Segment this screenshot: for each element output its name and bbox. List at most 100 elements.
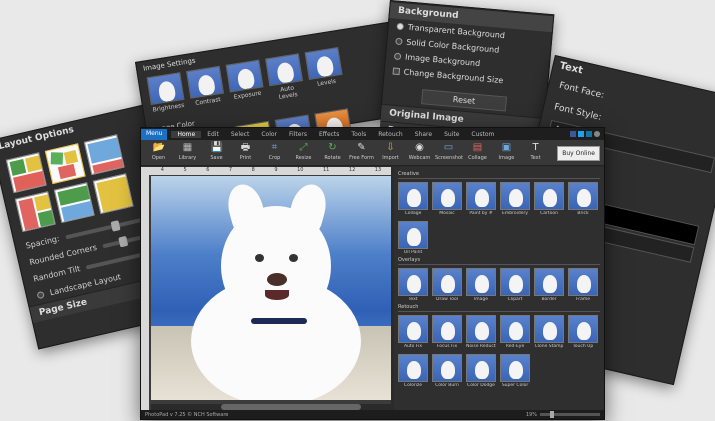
toolbar-screenshot-button[interactable]: ▭ Screenshot: [435, 142, 463, 161]
thumb-image: [265, 53, 304, 87]
effects-grid: Auto Fix Focus Fix Noise Reduction Red-Eye C…: [398, 315, 600, 388]
checkbox-icon[interactable]: [36, 290, 45, 300]
facebook-icon[interactable]: [570, 131, 576, 137]
layout-tile[interactable]: [5, 152, 47, 194]
tab-share[interactable]: Share: [409, 131, 438, 138]
tab-retouch[interactable]: Retouch: [372, 131, 409, 138]
effect-label: Oil Paint: [403, 250, 423, 255]
tab-custom[interactable]: Custom: [465, 131, 500, 138]
tab-home[interactable]: Home: [171, 130, 202, 138]
toolbar-label: Save: [210, 155, 223, 161]
settings-thumb[interactable]: Exposure: [225, 59, 266, 109]
thumb-image: [225, 59, 264, 93]
effect-image[interactable]: Image: [466, 268, 496, 302]
radio-icon[interactable]: [393, 52, 402, 61]
effect-collage[interactable]: Collage: [398, 182, 428, 216]
tab-effects[interactable]: Effects: [313, 131, 345, 138]
toolbar-save-button[interactable]: 💾 Save: [203, 142, 230, 161]
effect-text[interactable]: Text: [398, 268, 428, 302]
tab-filters[interactable]: Filters: [283, 131, 313, 138]
ruler-tick: 7: [228, 167, 233, 173]
toolbar-label: Library: [178, 155, 197, 161]
toolbar-print-button[interactable]: 🖶 Print: [232, 142, 259, 161]
settings-thumb[interactable]: Brightness: [146, 72, 187, 121]
tab-color[interactable]: Color: [255, 131, 283, 138]
toolbar-text-button[interactable]: T Text: [522, 142, 549, 161]
toolbar-image-button[interactable]: ▣ Image: [493, 142, 520, 161]
text-icon: T: [532, 142, 539, 153]
effect-border[interactable]: Border: [534, 268, 564, 302]
effect-cartoon[interactable]: Cartoon: [534, 182, 564, 216]
help-icon[interactable]: [594, 131, 600, 137]
settings-thumb[interactable]: Levels: [304, 47, 345, 96]
effect-label: Paint by #: [469, 211, 493, 216]
radio-icon[interactable]: [395, 37, 403, 46]
settings-thumb[interactable]: Contrast: [186, 65, 226, 115]
effect-clone-stamp[interactable]: Clone Stamp: [534, 315, 564, 349]
toolbar-label: Open: [151, 155, 166, 161]
effect-label: Color Burn: [435, 383, 459, 388]
tab-tools[interactable]: Tools: [345, 131, 372, 138]
toolbar-label: Resize: [295, 155, 312, 161]
layout-tile[interactable]: [14, 191, 56, 233]
layout-tile[interactable]: [53, 182, 95, 224]
effect-draw-tool[interactable]: Draw Tool: [432, 268, 462, 302]
toolbar-label: Rotate: [324, 155, 341, 161]
menu-button[interactable]: Menu: [141, 128, 168, 140]
effect-auto-fix[interactable]: Auto Fix: [398, 315, 428, 349]
toolbar-import-button[interactable]: ⇩ Import: [377, 142, 404, 161]
linkedin-icon[interactable]: [586, 131, 592, 137]
settings-thumb[interactable]: Auto Levels: [265, 53, 305, 102]
effect-clipart[interactable]: Clipart: [500, 268, 530, 302]
buy-online-button[interactable]: Buy Online: [557, 146, 600, 161]
effect-red-eye[interactable]: Red-Eye: [500, 315, 530, 349]
twitter-icon[interactable]: [578, 131, 584, 137]
effect-noise-reduction[interactable]: Noise Reduction: [466, 315, 496, 349]
toolbar-rotate-button[interactable]: ↻ Rotate: [319, 142, 346, 161]
resize-icon: ⤢: [299, 142, 308, 153]
background-panel: Background Transparent Background Solid …: [378, 0, 555, 152]
effect-colorize[interactable]: Colorize: [398, 354, 428, 388]
effect-touch-up[interactable]: Touch Up: [568, 315, 598, 349]
toolbar-webcam-button[interactable]: ◉ Webcam: [406, 142, 433, 161]
toolbar-crop-button[interactable]: ⌗ Crop: [261, 142, 288, 161]
tab-edit[interactable]: Edit: [201, 131, 225, 138]
layout-tile[interactable]: [92, 173, 134, 215]
ruler-tick: 10: [297, 167, 304, 173]
effect-frame[interactable]: Frame: [568, 268, 598, 302]
effect-embroidery[interactable]: Embroidery: [500, 182, 530, 216]
rotate-icon: ↻: [328, 142, 337, 153]
effect-label: Image: [473, 297, 489, 302]
effect-oil-paint[interactable]: Oil Paint: [398, 221, 428, 255]
effect-mosaic[interactable]: Mosaic: [432, 182, 462, 216]
ruler-tick: 12: [348, 167, 356, 173]
effect-color-dodge[interactable]: Color Dodge: [466, 354, 496, 388]
radio-icon[interactable]: [396, 22, 405, 31]
crop-icon: ⌗: [271, 142, 278, 153]
effect-thumb: [466, 354, 496, 382]
toolbar-resize-button[interactable]: ⤢ Resize: [290, 142, 317, 161]
effect-thumb: [432, 268, 462, 296]
ruler-tick: 11: [322, 167, 330, 173]
tab-select[interactable]: Select: [225, 131, 256, 138]
layout-tile-auto-grid[interactable]: [44, 143, 86, 185]
tab-suite[interactable]: Suite: [438, 131, 465, 138]
dog-photo[interactable]: [151, 176, 391, 400]
canvas-area[interactable]: 4 5 6 7 8 9 10 11 12 13: [141, 167, 391, 412]
toolbar-collage-button[interactable]: ▤ Collage: [464, 142, 491, 161]
toolbar-library-button[interactable]: ▦ Library: [174, 142, 201, 161]
checkbox-icon[interactable]: [392, 67, 401, 76]
effect-thumb: [568, 268, 598, 296]
effect-super-color[interactable]: Super Color: [500, 354, 530, 388]
dog-eye: [289, 254, 298, 262]
effect-paint-by-[interactable]: Paint by #: [466, 182, 496, 216]
toolbar-open-button[interactable]: 📂 Open: [145, 142, 172, 161]
effect-brick[interactable]: Brick: [568, 182, 598, 216]
effect-label: Auto Fix: [403, 344, 423, 349]
dog-nose: [267, 273, 287, 286]
layout-tile-free-form[interactable]: [83, 134, 125, 176]
toolbar-free-form-button[interactable]: ✎ Free Form: [348, 142, 375, 161]
zoom-slider[interactable]: [540, 411, 600, 418]
effect-color-burn[interactable]: Color Burn: [432, 354, 462, 388]
effect-focus-fix[interactable]: Focus Fix: [432, 315, 462, 349]
